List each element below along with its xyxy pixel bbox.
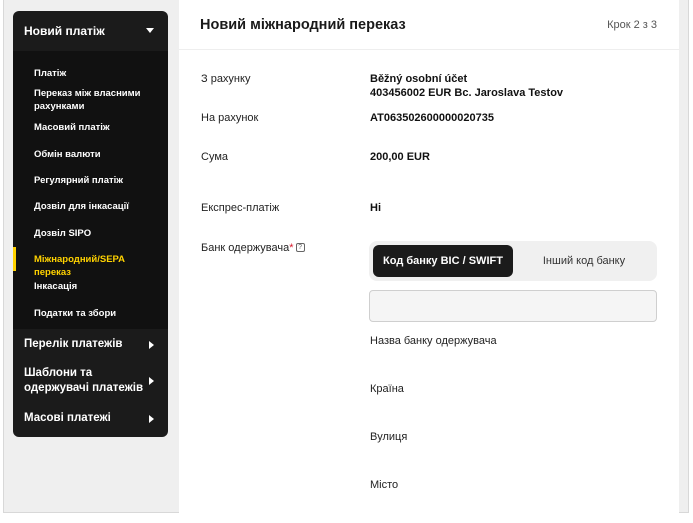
from-account-value: Běžný osobní účet 403456002 EUR Bc. Jaro… [370,72,563,100]
sidebar-item-label: Масові платежі [24,412,111,424]
express-payment-label: Експрес-платіж [201,202,280,214]
sidebar-item-collection-permit[interactable]: Дозвіл для інкасації [13,200,168,213]
chevron-down-icon [146,28,154,33]
sidebar-section-label: Новий платіж [24,24,105,38]
amount-label: Сума [201,151,229,163]
sidebar-item-taxes-fees[interactable]: Податки та збори [13,307,168,320]
sidebar-item-label: Перелік платежів [24,338,123,350]
recipient-bank-label-text: Банк одержувача [201,242,290,254]
sidebar-item-own-accounts-transfer[interactable]: Переказ між власними рахунками [13,87,168,113]
toggle-other-bank-code[interactable]: Інший код банку [515,245,653,277]
sidebar-item-mass-payments[interactable]: Масові платежі [13,411,168,427]
sidebar-item-currency-exchange[interactable]: Обмін валюти [13,148,168,161]
required-marker: * [289,242,294,254]
street-label: Вулиця [370,431,408,443]
city-label: Місто [370,479,399,491]
recipient-bank-label: Банк одержувача*? [201,242,305,254]
to-account-label: На рахунок [201,112,259,124]
sidebar-item-sipo-permit[interactable]: Дозвіл SIPO [13,227,168,240]
panel-header: Новий міжнародний переказ Крок 2 з 3 [179,0,679,50]
from-account-name: Běžný osobní účet [370,73,468,85]
bank-code-type-toggle: Код банку BIC / SWIFT Інший код банку [369,241,657,281]
from-account-number: 403456002 EUR Bc. Jaroslava Testov [370,87,564,99]
sidebar-item-recurring-payment[interactable]: Регулярний платіж [13,174,168,187]
step-indicator: Крок 2 з 3 [607,19,657,31]
sidebar-submenu: Платіж Переказ між власними рахунками Ма… [13,51,168,329]
sidebar-item-international-sepa[interactable]: Міжнародний/SEPA переказ [13,247,168,279]
sidebar-item-label: Шаблони та одержувачі платежів [24,367,144,394]
sidebar-item-collection[interactable]: Інкасація [13,280,168,293]
sidebar-item-templates[interactable]: Шаблони та одержувачі платежів [13,366,168,396]
sidebar-item-payment[interactable]: Платіж [13,67,168,80]
bic-swift-input[interactable] [369,290,657,322]
sidebar-section-new-payment[interactable]: Новий платіж [13,11,168,51]
page-title: Новий міжнародний переказ [200,17,406,33]
sidebar-item-mass-payment[interactable]: Масовий платіж [13,121,168,134]
from-account-label: З рахунку [201,73,251,85]
sidebar: Новий платіж Платіж Переказ між власними… [13,11,168,437]
bank-name-label: Назва банку одержувача [370,335,497,347]
express-payment-value: Ні [370,202,381,214]
sidebar-item-payments-list[interactable]: Перелік платежів [13,337,168,353]
chevron-right-icon [149,415,154,423]
toggle-bic-swift[interactable]: Код банку BIC / SWIFT [373,245,513,277]
chevron-right-icon [149,377,154,385]
payment-form-panel: Новий міжнародний переказ Крок 2 з 3 З р… [179,0,679,513]
country-label: Країна [370,383,404,395]
amount-value: 200,00 EUR [370,151,430,163]
chevron-right-icon [149,341,154,349]
to-account-value: AT063502600000020735 [370,112,494,124]
help-icon[interactable]: ? [295,243,305,252]
